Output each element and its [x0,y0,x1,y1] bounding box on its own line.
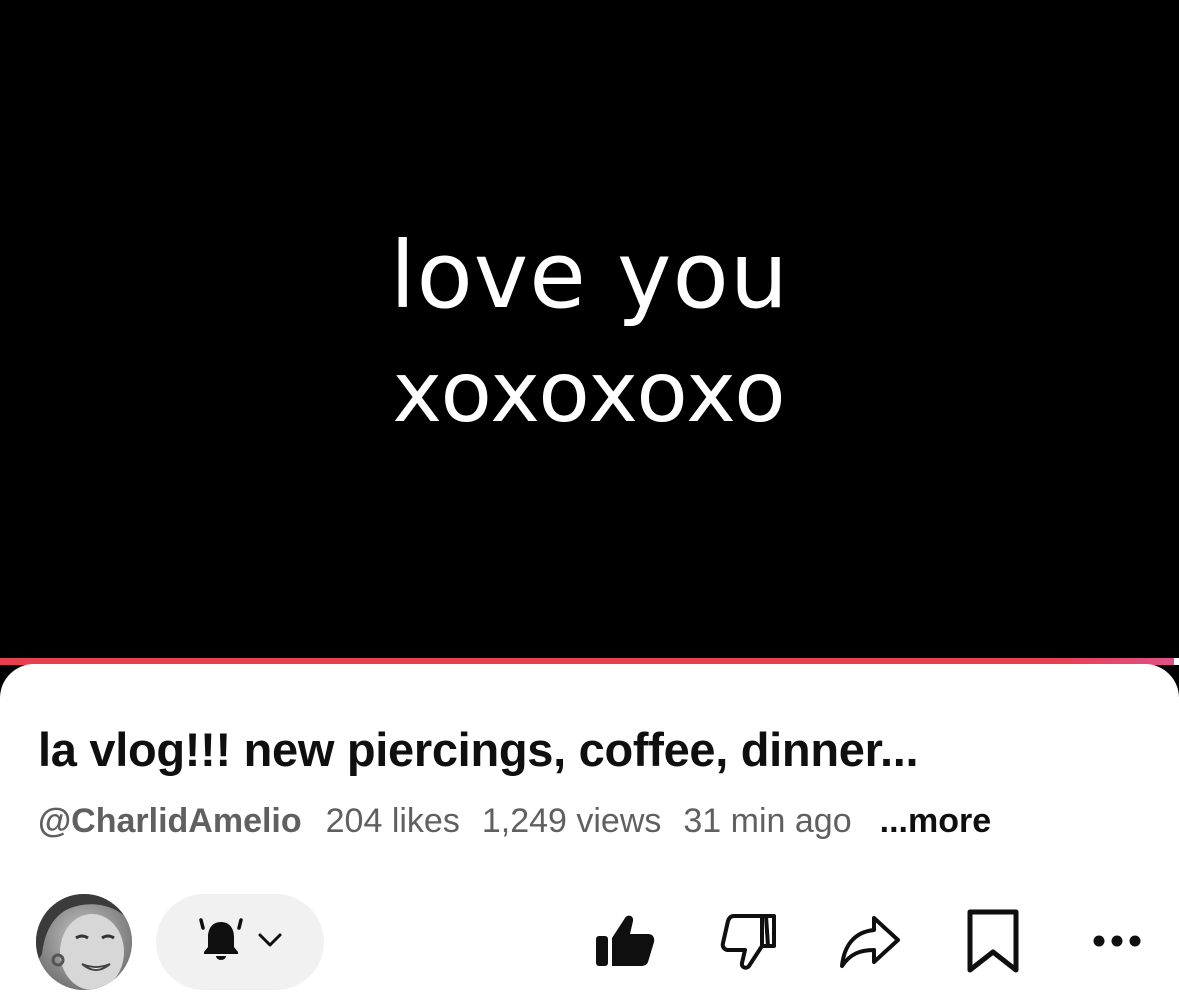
more-options-button[interactable] [1082,908,1152,978]
channel-avatar[interactable] [36,894,132,990]
thumbs-up-icon [592,908,658,979]
notification-settings-button[interactable] [156,894,324,990]
video-title[interactable]: la vlog!!! new piercings, coffee, dinner… [38,722,1148,777]
channel-handle[interactable]: @CharlidAmelio [38,802,302,841]
more-icon [1087,931,1147,956]
share-button[interactable] [834,908,904,978]
video-watch-page: love you xoxoxoxo la vlog!!! new piercin… [0,0,1179,1007]
save-button[interactable] [958,908,1028,978]
bookmark-icon [960,908,1026,979]
bell-icon [195,914,247,971]
video-progress-remaining [1174,658,1179,665]
more-button[interactable]: ...more [880,802,991,841]
chevron-down-icon [255,925,285,960]
like-count: 204 likes [325,802,460,840]
avatar-image [36,894,132,990]
share-icon [836,908,902,979]
view-count: 1,249 views [481,802,662,840]
like-button[interactable] [590,908,660,978]
video-player[interactable]: love you xoxoxoxo [0,0,1179,660]
video-caption-line-1: love you [389,222,790,329]
video-caption-line-2: xoxoxoxo [392,343,787,441]
upload-time: 31 min ago [683,802,852,840]
thumbs-down-icon [716,908,782,979]
video-meta-row[interactable]: @CharlidAmelio 204 likes 1,249 views 31 … [38,802,991,841]
dislike-button[interactable] [714,908,784,978]
video-details-panel: la vlog!!! new piercings, coffee, dinner… [0,664,1179,1007]
